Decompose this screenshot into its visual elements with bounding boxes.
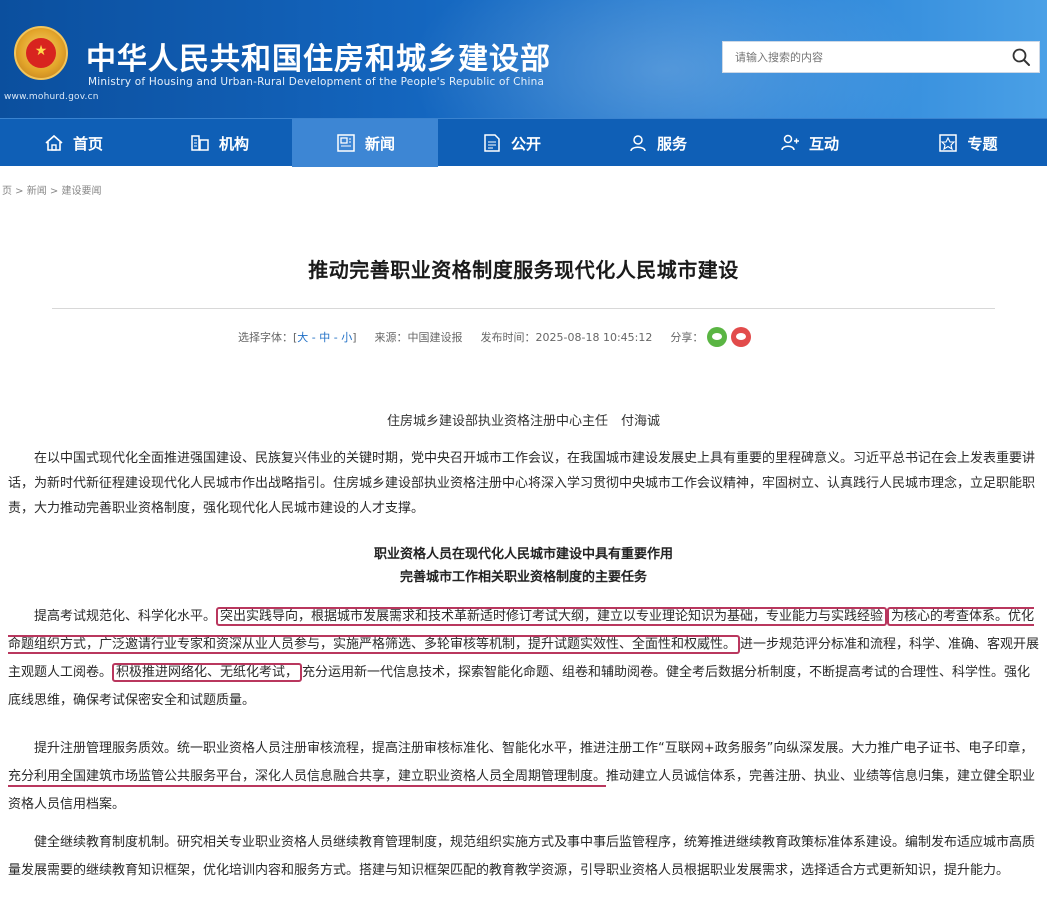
nav-label: 公开 — [510, 134, 541, 153]
nav-item-home[interactable]: 首页 — [0, 119, 146, 167]
weibo-share-icon[interactable] — [731, 327, 752, 347]
article-author: 住房城乡建设部执业资格注册中心主任 付海诚 — [386, 414, 660, 429]
nav-item-news[interactable]: 新闻 — [292, 119, 438, 167]
paragraph-education: 健全继续教育制度机制。研究相关专业职业资格人员继续教育管理制度，规范组织实施方式… — [8, 835, 1036, 878]
interaction-icon — [781, 134, 799, 151]
font-size-selector[interactable]: 大 - 中 - 小 — [297, 329, 352, 345]
paragraph-exam: 提高考试规范化、科学化水平。 突出实践导向，根据城市发展需求和技术革新适时修订考试… — [8, 603, 1040, 715]
nav-item-topics[interactable]: 专题 — [888, 119, 1047, 167]
paragraph-lead: 提高考试规范化、科学化水平。 — [34, 609, 217, 624]
share-label: 分享： — [670, 331, 704, 344]
search-icon[interactable] — [1011, 47, 1031, 67]
service-icon — [630, 135, 646, 152]
search-input[interactable] — [723, 42, 1003, 72]
source-label: 来源： — [374, 331, 408, 344]
paragraph-text: 提升注册管理服务质效。统一职业资格人员注册审核流程，提高注册审核标准化、智能化水… — [34, 741, 1034, 756]
paragraph-registration: 提升注册管理服务质效。统一职业资格人员注册审核流程，提高注册审核标准化、智能化水… — [8, 735, 1040, 819]
section-heading-1: 职业资格人员在现代化人民城市建设中具有重要作用 — [373, 547, 673, 562]
nav-item-service[interactable]: 服务 — [584, 119, 730, 167]
nav-item-public[interactable]: 公开 — [438, 119, 584, 167]
date-label: 发布时间： — [480, 331, 536, 344]
font-size-label: 选择字体：[ — [238, 331, 298, 344]
site-header: ★ www.mohurd.gov.cn 中华人民共和国住房和城乡建设部 Mini… — [0, 0, 1047, 118]
search-box — [722, 41, 1040, 73]
source-value: 中国建设报 — [407, 331, 463, 344]
paragraph-intro: 在以中国式现代化全面推进强国建设、民族复兴伟业的关键时期，党中央召开城市工作会议… — [8, 451, 1036, 516]
nav-label: 新闻 — [364, 134, 395, 153]
nav-label: 机构 — [218, 134, 249, 153]
document-icon — [484, 134, 500, 152]
font-size-label-close: ] — [352, 330, 357, 344]
nav-label: 服务 — [656, 134, 687, 153]
nav-label: 专题 — [967, 134, 998, 153]
site-url: www.mohurd.gov.cn — [4, 92, 99, 102]
highlighted-text: 积极推进网络化、无纸化考试， — [112, 663, 303, 682]
title-divider — [52, 308, 995, 309]
national-emblem-icon[interactable]: ★ — [14, 26, 68, 80]
building-icon — [191, 135, 209, 151]
topic-icon — [939, 134, 958, 152]
nav-label: 首页 — [72, 134, 103, 153]
nav-label: 互动 — [808, 134, 839, 153]
nav-item-interaction[interactable]: 互动 — [730, 119, 888, 167]
publish-date: 2025-08-18 10:45:12 — [535, 330, 653, 344]
site-title[interactable]: 中华人民共和国住房和城乡建设部 — [86, 34, 551, 78]
main-nav: 首页 机构 新闻 公开 服务 互动 专题 — [0, 118, 1047, 167]
breadcrumb[interactable]: 页 > 新闻 > 建设要闻 — [2, 182, 101, 197]
home-icon — [45, 134, 63, 151]
highlighted-text: 突出实践导向，根据城市发展需求和技术革新适时修订考试大纲，建立以专业理论知识为基… — [216, 607, 888, 626]
article-meta: 选择字体：[ 大 - 中 - 小 ] 来源： 中国建设报 发布时间： 2025-… — [238, 327, 752, 347]
section-heading-2: 完善城市工作相关职业资格制度的主要任务 — [399, 570, 647, 585]
news-icon — [337, 134, 355, 152]
wechat-share-icon[interactable] — [707, 327, 728, 347]
article-title: 推动完善职业资格制度服务现代化人民城市建设 — [308, 258, 739, 282]
site-title-english: Ministry of Housing and Urban-Rural Deve… — [88, 76, 545, 88]
nav-item-organization[interactable]: 机构 — [146, 119, 292, 167]
underlined-text: 充分利用全国建筑市场监管公共服务平台，深化人员信息融合共享，建立职业资格人员全周… — [8, 769, 607, 787]
